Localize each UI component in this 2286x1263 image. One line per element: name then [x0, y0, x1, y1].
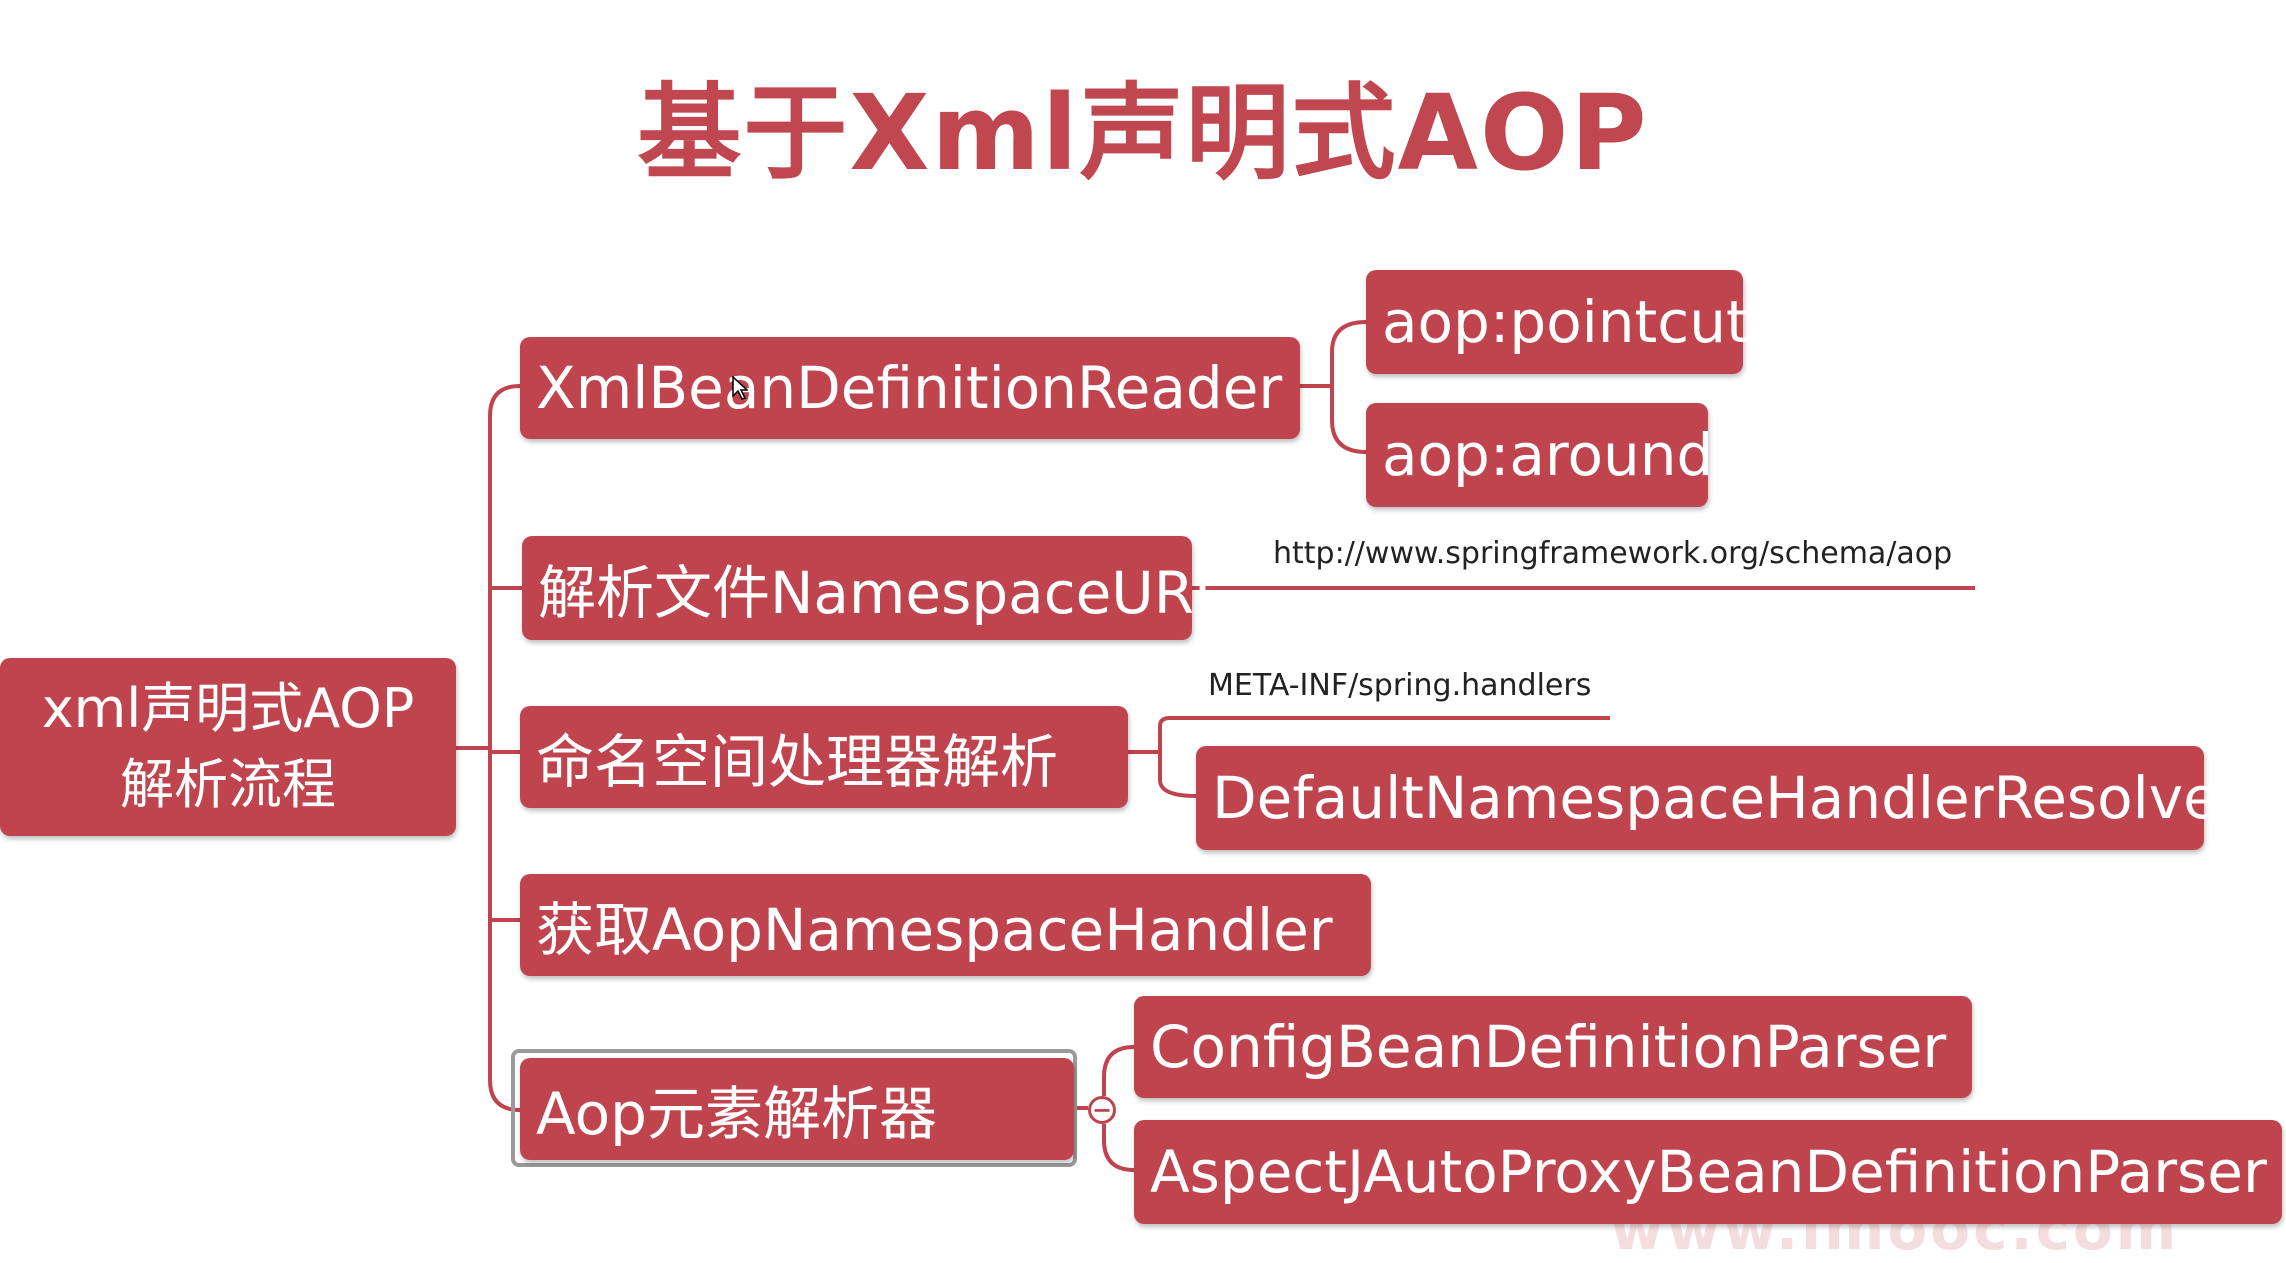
node-namespace-handler-resolve[interactable]: 命名空间处理器解析 — [520, 706, 1128, 808]
root-label-line1: xml声明式AOP — [41, 677, 415, 740]
node-aop-pointcut[interactable]: aop:pointcut — [1366, 270, 1749, 374]
root-node[interactable]: xml声明式AOP 解析流程 — [0, 658, 456, 836]
node-default-namespace-handler-resolver[interactable]: DefaultNamespaceHandlerResolver — [1196, 746, 2243, 850]
collapse-toggle-icon[interactable]: − — [1088, 1096, 1116, 1124]
node-config-bean-definition-parser[interactable]: ConfigBeanDefinitionParser — [1134, 996, 1972, 1098]
node-aop-element-parser[interactable]: Aop元素解析器 — [520, 1058, 1074, 1160]
mindmap-canvas: 基于Xml声明式AOP xml声明式AOP 解析流程 XmlBeanDefini… — [0, 0, 2286, 1263]
root-label-line2: 解析流程 — [120, 753, 336, 816]
mouse-cursor-icon — [732, 375, 749, 404]
node-parse-namespace-uri[interactable]: 解析文件NamespaceURI — [522, 536, 1211, 640]
node-xml-bean-definition-reader[interactable]: XmlBeanDefinitionReader — [520, 337, 1300, 439]
spring-handlers-note: META-INF/spring.handlers — [1208, 668, 1592, 703]
namespace-uri-note: http://www.springframework.org/schema/ao… — [1273, 536, 1953, 571]
node-get-aop-namespace-handler[interactable]: 获取AopNamespaceHandler — [520, 874, 1371, 976]
node-aop-around[interactable]: aop:around — [1366, 403, 1713, 507]
watermark: www.imooc.com — [1610, 1195, 2180, 1263]
